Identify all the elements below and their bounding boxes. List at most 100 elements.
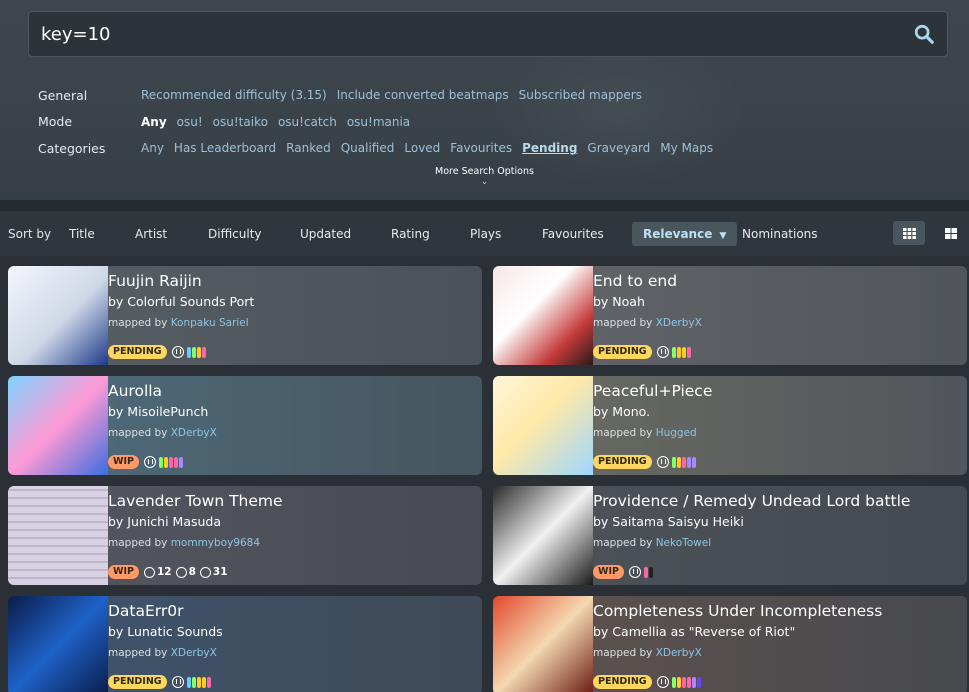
- difficulty-indicator[interactable]: [676, 676, 681, 688]
- beatmap-artist[interactable]: by Colorful Sounds Port: [108, 294, 254, 309]
- beatmap-title[interactable]: Providence / Remedy Undead Lord battle: [593, 492, 910, 510]
- beatmap-card[interactable]: Fuujin Raijin by Colorful Sounds Port mapp…: [8, 266, 482, 365]
- difficulty-indicator[interactable]: [186, 346, 191, 358]
- mapper-name-link[interactable]: XDerbyX: [656, 647, 702, 659]
- difficulty-indicator[interactable]: [643, 566, 648, 578]
- difficulty-indicator[interactable]: [691, 676, 696, 688]
- beatmap-card[interactable]: Completeness Under Incompleteness by Came…: [493, 596, 967, 692]
- difficulty-indicator[interactable]: [168, 456, 173, 468]
- category-my-maps[interactable]: My Maps: [660, 141, 713, 155]
- mode-osu[interactable]: osu!: [177, 115, 203, 129]
- difficulty-indicator[interactable]: [201, 346, 206, 358]
- difficulty-indicator[interactable]: [686, 346, 691, 358]
- mapper-name-link[interactable]: mommyboy9684: [171, 537, 260, 549]
- difficulty-indicator[interactable]: [671, 346, 676, 358]
- difficulty-indicator[interactable]: [681, 346, 686, 358]
- beatmap-cover-image[interactable]: [8, 376, 108, 475]
- mode-taiko[interactable]: osu!taiko: [213, 115, 268, 129]
- beatmap-artist[interactable]: by Camellia as "Reverse of Riot": [593, 624, 795, 639]
- filter-include-converted[interactable]: Include converted beatmaps: [337, 88, 509, 102]
- difficulty-indicator[interactable]: [671, 676, 676, 688]
- mode-catch[interactable]: osu!catch: [278, 115, 337, 129]
- search-box[interactable]: [28, 11, 948, 57]
- beatmap-title[interactable]: Completeness Under Incompleteness: [593, 602, 882, 620]
- mapper-name-link[interactable]: Konpaku Sariel: [171, 317, 249, 329]
- category-graveyard[interactable]: Graveyard: [587, 141, 650, 155]
- more-search-options-button[interactable]: More Search Options ⌄: [0, 166, 969, 187]
- search-icon[interactable]: [913, 23, 935, 45]
- beatmap-artist[interactable]: by MisoilePunch: [108, 404, 208, 419]
- difficulty-indicator[interactable]: [201, 676, 206, 688]
- beatmap-title[interactable]: Lavender Town Theme: [108, 492, 283, 510]
- sort-rating[interactable]: Rating: [391, 227, 430, 241]
- category-loved[interactable]: Loved: [404, 141, 440, 155]
- beatmap-card[interactable]: Lavender Town Theme by Junichi Masuda mapp…: [8, 486, 482, 585]
- beatmap-title[interactable]: End to end: [593, 272, 677, 290]
- beatmap-cover-image[interactable]: [8, 596, 108, 692]
- category-ranked[interactable]: Ranked: [286, 141, 331, 155]
- beatmap-title[interactable]: Peaceful+Piece: [593, 382, 712, 400]
- sort-favourites[interactable]: Favourites: [542, 227, 604, 241]
- beatmap-cover-image[interactable]: [493, 266, 593, 365]
- difficulty-indicator[interactable]: [671, 456, 676, 468]
- difficulty-indicator[interactable]: [173, 456, 178, 468]
- beatmap-artist[interactable]: by Junichi Masuda: [108, 514, 221, 529]
- category-any[interactable]: Any: [141, 141, 164, 155]
- difficulty-indicator[interactable]: [696, 676, 701, 688]
- difficulty-indicator[interactable]: [681, 676, 686, 688]
- difficulty-indicator[interactable]: [191, 346, 196, 358]
- panel-view-button[interactable]: [935, 221, 967, 245]
- difficulty-indicator[interactable]: [676, 346, 681, 358]
- beatmap-card[interactable]: Aurolla by MisoilePunch mapped by XDerbyX W…: [8, 376, 482, 475]
- mapper-name-link[interactable]: XDerbyX: [171, 647, 217, 659]
- filter-subscribed-mappers[interactable]: Subscribed mappers: [519, 88, 642, 102]
- beatmap-card[interactable]: End to end by Noah mapped by XDerbyX PENDIN…: [493, 266, 967, 365]
- beatmap-card[interactable]: Providence / Remedy Undead Lord battle by…: [493, 486, 967, 585]
- beatmap-artist[interactable]: by Noah: [593, 294, 645, 309]
- category-qualified[interactable]: Qualified: [341, 141, 395, 155]
- beatmap-artist[interactable]: by Saitama Saisyu Heiki: [593, 514, 744, 529]
- difficulty-indicator[interactable]: [681, 456, 686, 468]
- filter-recommended-difficulty[interactable]: Recommended difficulty (3.15): [141, 88, 327, 102]
- mapper-name-link[interactable]: Hugged: [656, 427, 697, 439]
- beatmap-cover-image[interactable]: [493, 486, 593, 585]
- mapper-name-link[interactable]: NekoTowel: [656, 537, 711, 549]
- difficulty-indicator[interactable]: [196, 676, 201, 688]
- difficulty-indicator[interactable]: [691, 456, 696, 468]
- category-pending[interactable]: Pending: [522, 141, 577, 155]
- beatmap-cover-image[interactable]: [493, 596, 593, 692]
- mode-any[interactable]: Any: [141, 115, 167, 129]
- beatmap-title[interactable]: Fuujin Raijin: [108, 272, 202, 290]
- beatmap-title[interactable]: DataErr0r: [108, 602, 184, 620]
- mode-mania[interactable]: osu!mania: [347, 115, 410, 129]
- search-input[interactable]: [41, 23, 913, 45]
- difficulty-indicator[interactable]: [686, 456, 691, 468]
- sort-nominations[interactable]: Nominations: [742, 227, 818, 241]
- difficulty-indicator[interactable]: [196, 346, 201, 358]
- difficulty-indicator[interactable]: [163, 456, 168, 468]
- difficulty-indicator[interactable]: [186, 676, 191, 688]
- sort-updated[interactable]: Updated: [300, 227, 351, 241]
- mapper-name-link[interactable]: XDerbyX: [656, 317, 702, 329]
- sort-difficulty[interactable]: Difficulty: [208, 227, 262, 241]
- beatmap-cover-image[interactable]: [493, 376, 593, 475]
- difficulty-indicator[interactable]: [158, 456, 163, 468]
- mapper-name-link[interactable]: XDerbyX: [171, 427, 217, 439]
- difficulty-indicator[interactable]: [178, 456, 183, 468]
- beatmap-card[interactable]: DataErr0r by Lunatic Sounds mapped by XDer…: [8, 596, 482, 692]
- sort-plays[interactable]: Plays: [470, 227, 501, 241]
- sort-title[interactable]: Title: [69, 227, 95, 241]
- beatmap-cover-image[interactable]: [8, 486, 108, 585]
- difficulty-indicator[interactable]: [676, 456, 681, 468]
- sort-relevance[interactable]: Relevance ▼: [632, 221, 738, 246]
- beatmap-artist[interactable]: by Lunatic Sounds: [108, 624, 223, 639]
- beatmap-title[interactable]: Aurolla: [108, 382, 162, 400]
- difficulty-indicator[interactable]: [206, 676, 211, 688]
- category-has-leaderboard[interactable]: Has Leaderboard: [174, 141, 276, 155]
- difficulty-indicator[interactable]: [686, 676, 691, 688]
- beatmap-cover-image[interactable]: [8, 266, 108, 365]
- beatmap-card[interactable]: Peaceful+Piece by Mono. mapped by Hugged PE…: [493, 376, 967, 475]
- difficulty-indicator[interactable]: [648, 566, 653, 578]
- grid-view-button[interactable]: [893, 221, 925, 245]
- difficulty-indicator[interactable]: [191, 676, 196, 688]
